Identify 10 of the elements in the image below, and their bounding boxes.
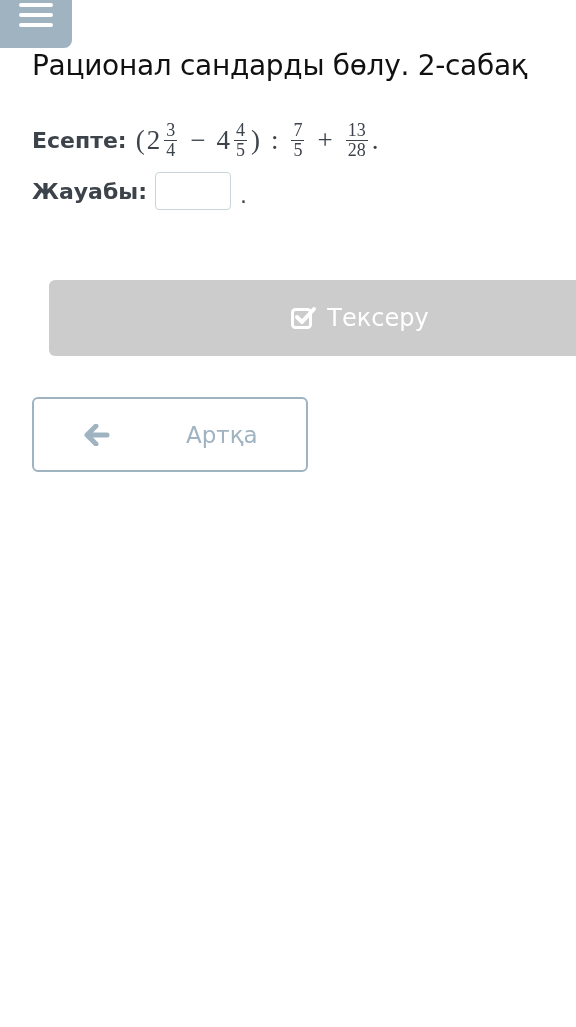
menu-button[interactable] [0,0,72,48]
lesson-title: Рационал сандарды бөлу. 2-сабақ [31,48,529,84]
left-arrow-icon [84,423,110,446]
answer-label: Жауабы: [32,178,148,204]
back-button[interactable]: Артқа [32,397,308,472]
problem-label: Есепте: [32,127,127,153]
menu-icon [19,2,53,28]
answer-period: . [240,182,248,208]
checkbox-icon [291,306,318,330]
answer-field[interactable] [155,172,232,210]
